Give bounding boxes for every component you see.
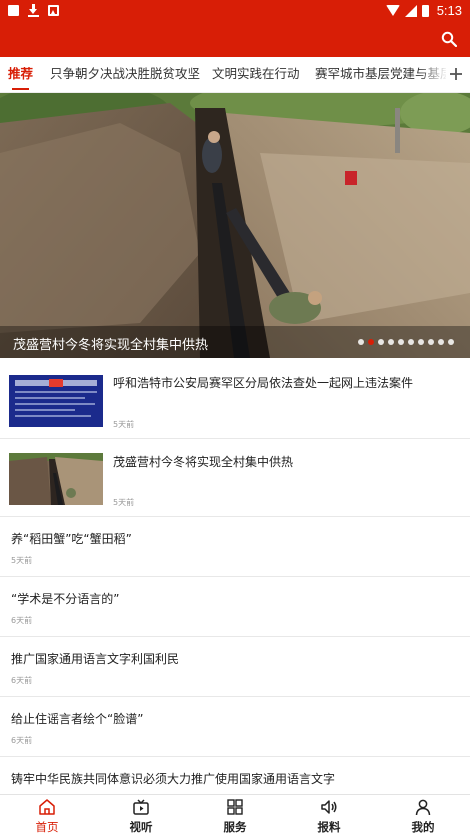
nav-label: 首页 — [35, 820, 59, 834]
pipeline-photo — [9, 453, 103, 505]
carousel-dot[interactable] — [428, 339, 434, 345]
news-time: 6天前 — [11, 676, 33, 685]
nav-video[interactable]: 视听 — [94, 795, 188, 836]
news-list: 呼和浩特市公安局赛罕区分局依法查处一起网上违法案件 5天前 茂盛营村今冬将实现全… — [0, 358, 470, 794]
news-item[interactable]: 呼和浩特市公安局赛罕区分局依法查处一起网上违法案件 5天前 — [0, 358, 470, 439]
document-image — [9, 375, 103, 427]
tab-recommend[interactable]: 推荐 — [8, 57, 33, 92]
news-item[interactable]: 铸牢中华民族共同体意识必须大力推广使用国家通用语言文字 — [0, 757, 470, 794]
bottom-nav: 首页 视听 服务 报料 我的 — [0, 794, 470, 836]
wifi-icon — [385, 5, 400, 16]
download-icon — [28, 4, 39, 17]
video-icon — [133, 799, 149, 815]
banner-caption: 茂盛营村今冬将实现全村集中供热 — [0, 326, 470, 358]
carousel-dot[interactable] — [388, 339, 394, 345]
news-title: 茂盛营村今冬将实现全村集中供热 — [113, 455, 294, 469]
tab-poverty[interactable]: 只争朝夕决战决胜脱贫攻坚 — [50, 57, 200, 92]
news-item[interactable]: “学术是不分语言的” 6天前 — [0, 577, 470, 637]
news-title: 呼和浩特市公安局赛罕区分局依法查处一起网上违法案件 — [113, 376, 414, 390]
search-icon[interactable] — [441, 31, 457, 47]
app-bar — [0, 22, 470, 57]
banner-title: 茂盛营村今冬将实现全村集中供热 — [13, 338, 209, 353]
news-title: 推广国家通用语言文字利国利民 — [11, 652, 180, 666]
notification-icon — [8, 5, 19, 16]
carousel-dots — [358, 339, 454, 345]
carousel-dot[interactable] — [398, 339, 404, 345]
news-item[interactable]: 茂盛营村今冬将实现全村集中供热 5天前 — [0, 439, 470, 517]
news-item[interactable]: 养“稻田蟹”吃“蟹田稻” 5天前 — [0, 517, 470, 577]
add-tab-button[interactable] — [446, 57, 470, 92]
tab-fade — [418, 57, 448, 92]
banner-carousel[interactable]: 茂盛营村今冬将实现全村集中供热 — [0, 93, 470, 358]
news-item[interactable]: 推广国家通用语言文字利国利民 6天前 — [0, 637, 470, 697]
news-title: 给止住谣言者绘个“脸谱” — [11, 712, 144, 726]
carousel-dot[interactable] — [448, 339, 454, 345]
nav-label: 服务 — [223, 820, 247, 834]
news-thumbnail — [9, 375, 103, 427]
carousel-dot[interactable] — [418, 339, 424, 345]
home-icon — [39, 799, 55, 815]
news-item[interactable]: 给止住谣言者绘个“脸谱” 6天前 — [0, 697, 470, 757]
news-title: “学术是不分语言的” — [11, 592, 120, 606]
battery-icon — [421, 4, 429, 17]
grid-icon — [227, 799, 243, 815]
news-time: 5天前 — [11, 556, 33, 565]
carousel-dot[interactable] — [378, 339, 384, 345]
carousel-dot[interactable] — [358, 339, 364, 345]
nav-report[interactable]: 报料 — [282, 795, 376, 836]
status-bar: 5:13 — [0, 0, 470, 22]
news-time: 5天前 — [113, 498, 135, 507]
gallery-icon — [48, 5, 59, 16]
plus-icon — [450, 68, 462, 80]
status-time: 5:13 — [436, 3, 462, 18]
news-title: 养“稻田蟹”吃“蟹田稻” — [11, 532, 132, 546]
news-time: 6天前 — [11, 736, 33, 745]
news-time: 5天前 — [113, 420, 135, 429]
user-icon — [415, 799, 431, 816]
news-title: 铸牢中华民族共同体意识必须大力推广使用国家通用语言文字 — [11, 772, 336, 786]
nav-label: 视听 — [129, 820, 153, 834]
nav-label: 报料 — [317, 820, 341, 834]
news-time: 6天前 — [11, 616, 33, 625]
carousel-dot[interactable] — [408, 339, 414, 345]
signal-icon — [404, 4, 417, 17]
nav-home[interactable]: 首页 — [0, 795, 94, 836]
nav-services[interactable]: 服务 — [188, 795, 282, 836]
banner-image — [0, 93, 470, 358]
nav-label: 我的 — [411, 820, 435, 834]
carousel-dot[interactable] — [368, 339, 374, 345]
tab-civilization[interactable]: 文明实践在行动 — [212, 57, 300, 92]
nav-profile[interactable]: 我的 — [376, 795, 470, 836]
speaker-icon — [321, 800, 337, 814]
news-thumbnail — [9, 453, 103, 505]
category-tabs: 推荐 只争朝夕决战决胜脱贫攻坚 文明实践在行动 赛罕城市基层党建与基层 — [0, 57, 470, 93]
carousel-dot[interactable] — [438, 339, 444, 345]
